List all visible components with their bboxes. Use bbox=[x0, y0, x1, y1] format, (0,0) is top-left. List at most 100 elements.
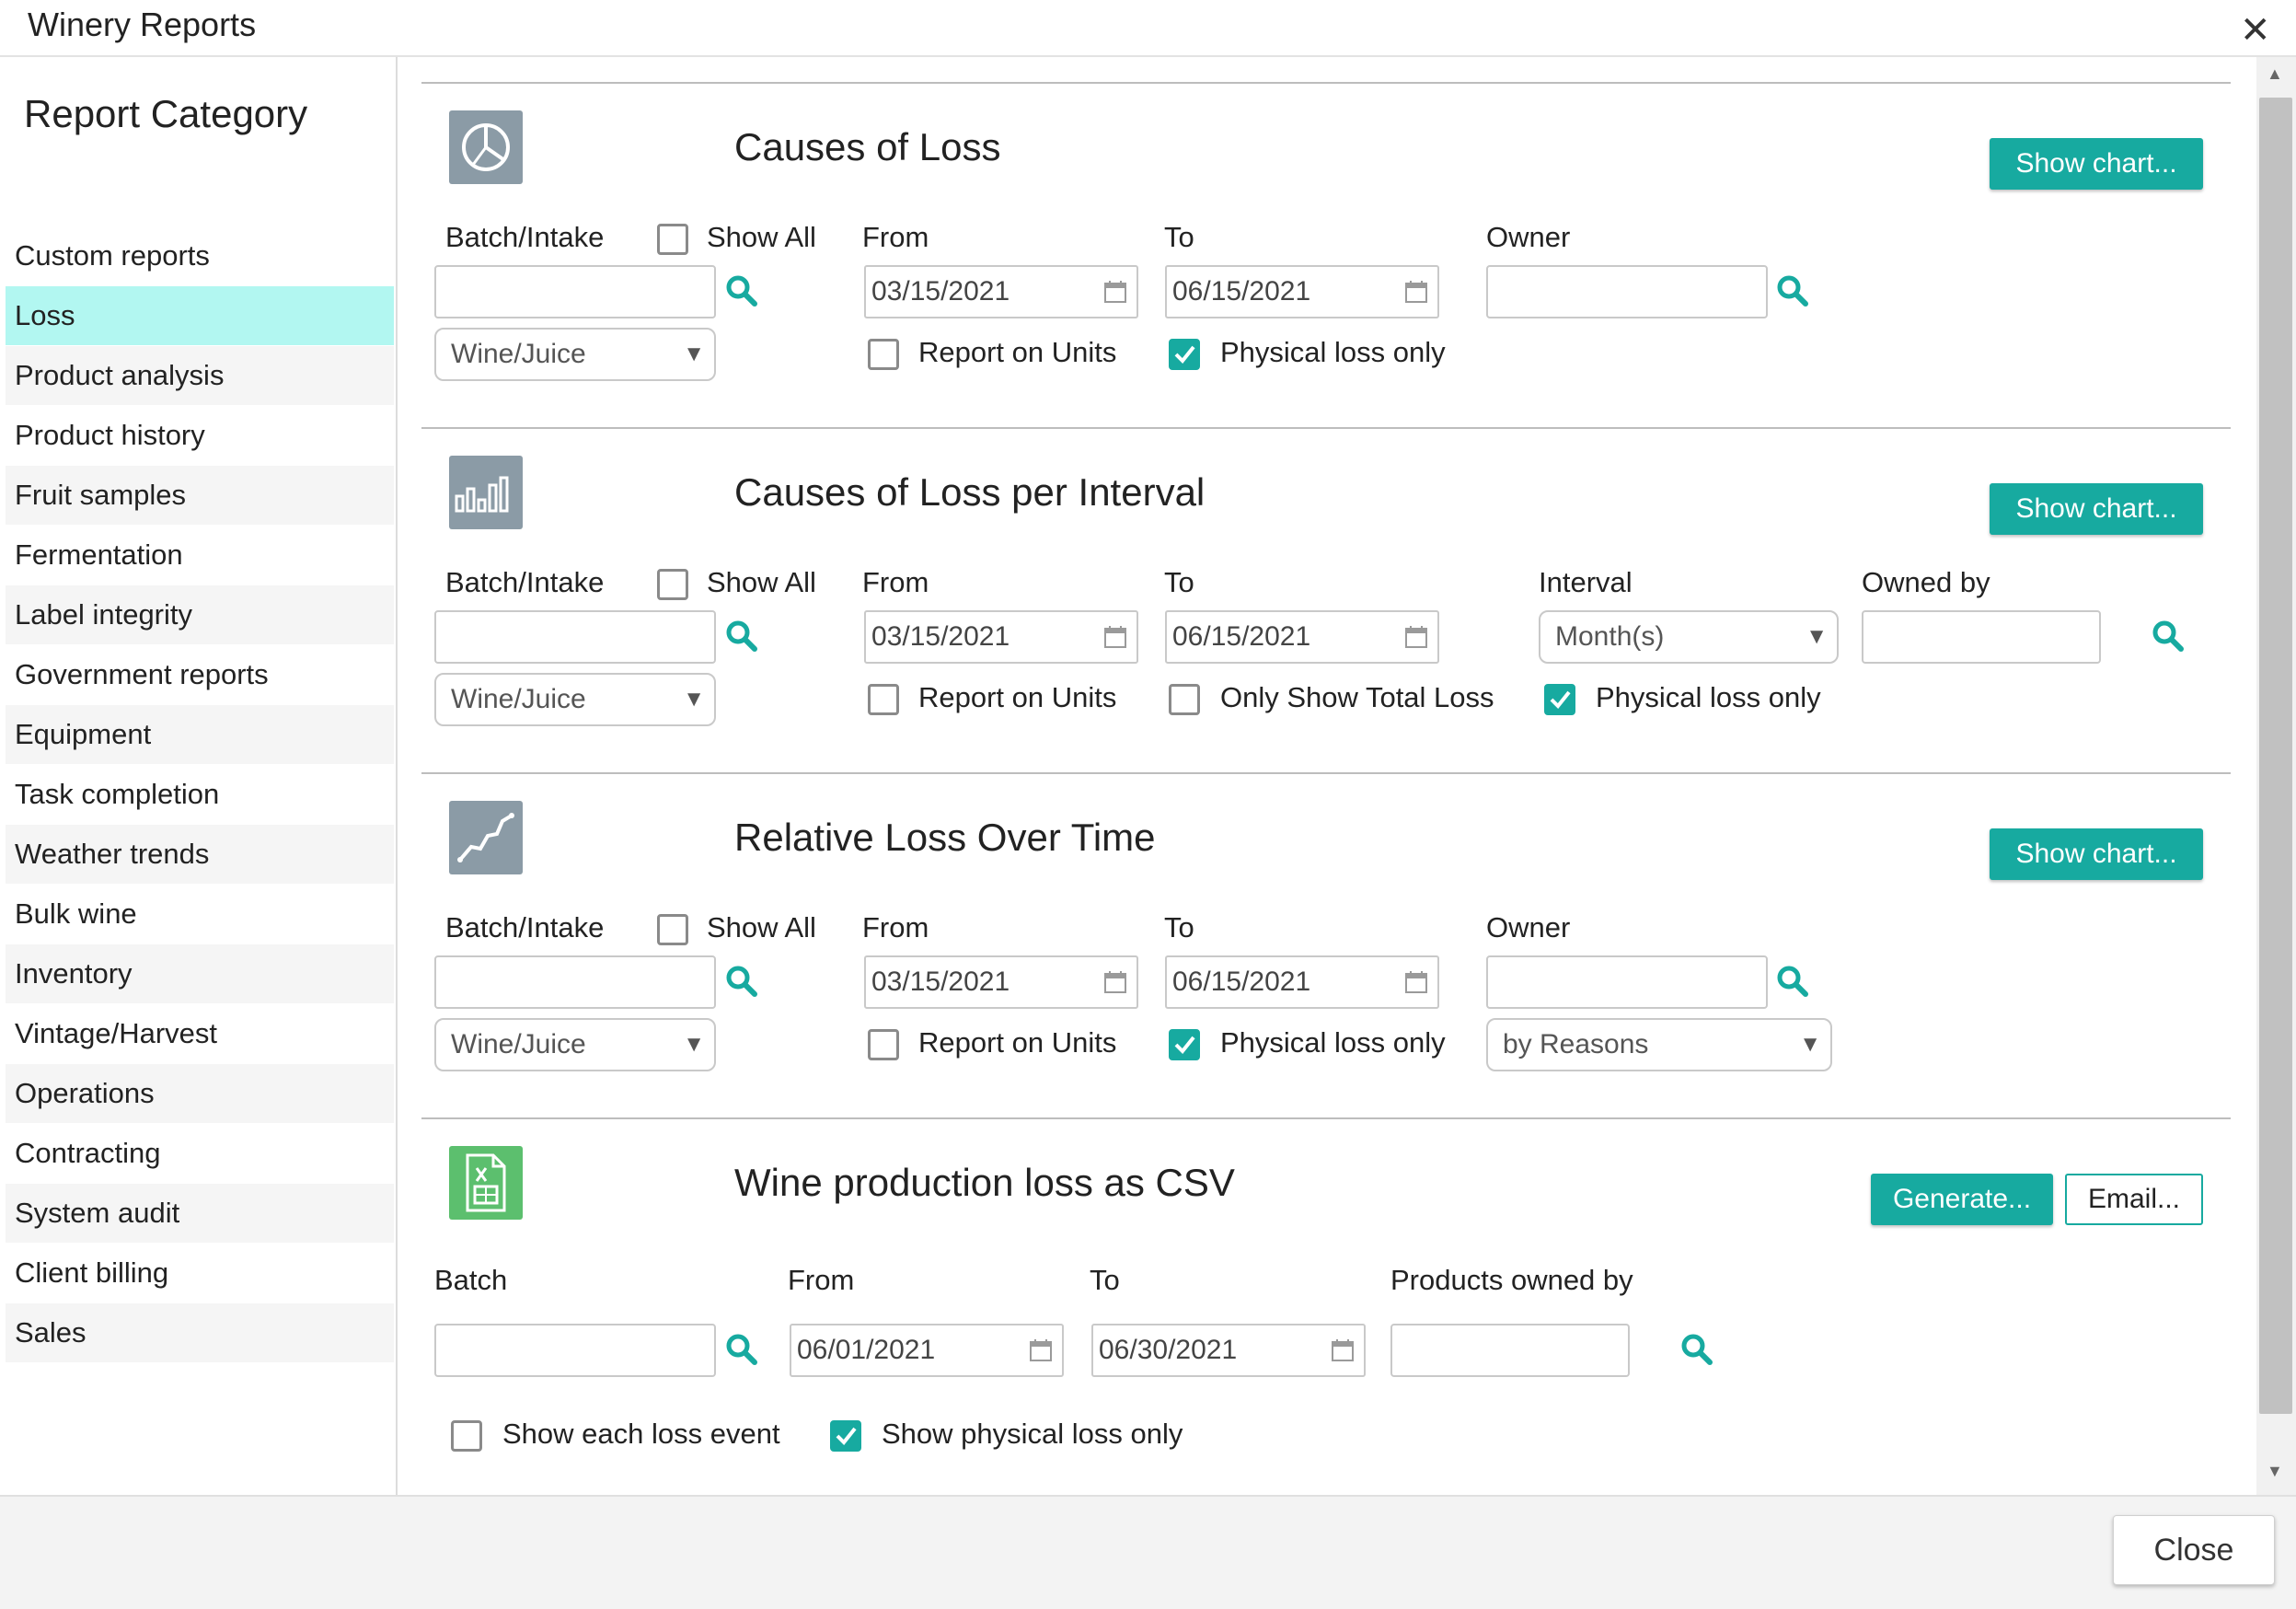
category-system-audit[interactable]: System audit bbox=[6, 1184, 394, 1243]
show-physical-loss-only-label: Show physical loss only bbox=[882, 1418, 1183, 1450]
close-button[interactable]: Close bbox=[2113, 1515, 2275, 1585]
spreadsheet-icon bbox=[449, 1146, 523, 1220]
owner-input[interactable] bbox=[1486, 955, 1768, 1009]
category-loss[interactable]: Loss bbox=[6, 286, 394, 345]
category-inventory[interactable]: Inventory bbox=[6, 944, 394, 1003]
show-chart-button[interactable]: Show chart... bbox=[1990, 483, 2203, 535]
report-content: Causes of Loss Show chart... Batch/Intak… bbox=[398, 57, 2256, 1495]
search-icon[interactable] bbox=[723, 618, 760, 654]
owner-label: Owner bbox=[1486, 911, 1571, 943]
from-label: From bbox=[862, 911, 929, 943]
products-owned-by-input[interactable] bbox=[1390, 1324, 1630, 1377]
report-on-units-checkbox[interactable] bbox=[868, 339, 899, 370]
product-type-select[interactable]: Wine/Juice ▼ bbox=[434, 328, 716, 381]
show-all-checkbox[interactable] bbox=[657, 914, 688, 945]
category-client-billing[interactable]: Client billing bbox=[6, 1244, 394, 1302]
calendar-icon[interactable] bbox=[1029, 1338, 1053, 1362]
category-government-reports[interactable]: Government reports bbox=[6, 645, 394, 704]
from-date-input[interactable]: 06/01/2021 bbox=[790, 1324, 1064, 1377]
group-by-select[interactable]: by Reasons ▼ bbox=[1486, 1018, 1832, 1071]
category-weather-trends[interactable]: Weather trends bbox=[6, 825, 394, 884]
owned-by-label: Owned by bbox=[1862, 566, 1990, 598]
only-show-total-loss-checkbox[interactable] bbox=[1169, 684, 1200, 715]
physical-loss-only-checkbox[interactable] bbox=[1544, 684, 1575, 715]
batch-input[interactable] bbox=[434, 1324, 716, 1377]
search-icon[interactable] bbox=[723, 963, 760, 1000]
physical-loss-only-checkbox[interactable] bbox=[1169, 339, 1200, 370]
physical-loss-only-label: Physical loss only bbox=[1220, 1026, 1446, 1059]
calendar-icon[interactable] bbox=[1103, 625, 1127, 649]
show-physical-loss-only-checkbox[interactable] bbox=[830, 1420, 861, 1452]
generate-button[interactable]: Generate... bbox=[1871, 1174, 2053, 1225]
category-label-integrity[interactable]: Label integrity bbox=[6, 585, 394, 644]
show-all-checkbox[interactable] bbox=[657, 569, 688, 600]
product-type-select[interactable]: Wine/Juice ▼ bbox=[434, 1018, 716, 1071]
to-date-input[interactable]: 06/15/2021 bbox=[1165, 955, 1439, 1009]
batch-intake-input[interactable] bbox=[434, 265, 716, 318]
to-date-input[interactable]: 06/30/2021 bbox=[1091, 1324, 1366, 1377]
calendar-icon[interactable] bbox=[1404, 970, 1428, 994]
category-sales[interactable]: Sales bbox=[6, 1303, 394, 1362]
search-icon[interactable] bbox=[1774, 272, 1811, 309]
product-type-select[interactable]: Wine/Juice ▼ bbox=[434, 673, 716, 726]
search-icon[interactable] bbox=[1679, 1331, 1715, 1368]
report-on-units-label: Report on Units bbox=[918, 1026, 1117, 1059]
category-operations[interactable]: Operations bbox=[6, 1064, 394, 1123]
from-date-input[interactable]: 03/15/2021 bbox=[864, 955, 1138, 1009]
show-each-loss-event-label: Show each loss event bbox=[502, 1418, 780, 1450]
calendar-icon[interactable] bbox=[1404, 625, 1428, 649]
window-title: Winery Reports bbox=[28, 6, 257, 43]
scroll-up-icon[interactable]: ▲ bbox=[2267, 64, 2283, 84]
physical-loss-only-checkbox[interactable] bbox=[1169, 1029, 1200, 1060]
category-custom-reports[interactable]: Custom reports bbox=[6, 226, 394, 285]
calendar-icon[interactable] bbox=[1103, 280, 1127, 304]
calendar-icon[interactable] bbox=[1331, 1338, 1355, 1362]
report-category-sidebar: Report Category Custom reports Loss Prod… bbox=[6, 57, 398, 1495]
batch-intake-input[interactable] bbox=[434, 610, 716, 664]
category-product-history[interactable]: Product history bbox=[6, 406, 394, 465]
scroll-down-icon[interactable]: ▼ bbox=[2267, 1462, 2283, 1481]
to-date-input[interactable]: 06/15/2021 bbox=[1165, 610, 1439, 664]
section-divider bbox=[421, 1117, 2231, 1119]
email-button[interactable]: Email... bbox=[2065, 1174, 2203, 1225]
category-bulk-wine[interactable]: Bulk wine bbox=[6, 885, 394, 943]
owned-by-input[interactable] bbox=[1862, 610, 2101, 664]
category-task-completion[interactable]: Task completion bbox=[6, 765, 394, 824]
report-on-units-checkbox[interactable] bbox=[868, 1029, 899, 1060]
checkmark-icon bbox=[836, 1427, 857, 1445]
pie-chart-icon bbox=[449, 110, 523, 184]
show-chart-button[interactable]: Show chart... bbox=[1990, 828, 2203, 880]
search-icon[interactable] bbox=[1774, 963, 1811, 1000]
category-fruit-samples[interactable]: Fruit samples bbox=[6, 466, 394, 525]
to-label: To bbox=[1164, 221, 1194, 253]
search-icon[interactable] bbox=[723, 1331, 760, 1368]
search-icon[interactable] bbox=[723, 272, 760, 309]
category-fermentation[interactable]: Fermentation bbox=[6, 526, 394, 585]
from-date-input[interactable]: 03/15/2021 bbox=[864, 265, 1138, 318]
report-on-units-label: Report on Units bbox=[918, 681, 1117, 713]
calendar-icon[interactable] bbox=[1103, 970, 1127, 994]
from-label: From bbox=[788, 1264, 855, 1296]
batch-intake-input[interactable] bbox=[434, 955, 716, 1009]
category-product-analysis[interactable]: Product analysis bbox=[6, 346, 394, 405]
chevron-down-icon: ▼ bbox=[683, 1032, 705, 1057]
scrollbar-thumb[interactable] bbox=[2259, 98, 2292, 1414]
batch-intake-label: Batch/Intake bbox=[445, 221, 605, 253]
physical-loss-only-label: Physical loss only bbox=[1596, 681, 1821, 713]
to-date-input[interactable]: 06/15/2021 bbox=[1165, 265, 1439, 318]
interval-select[interactable]: Month(s) ▼ bbox=[1539, 610, 1839, 664]
category-contracting[interactable]: Contracting bbox=[6, 1124, 394, 1183]
close-icon[interactable]: ✕ bbox=[2240, 9, 2271, 52]
show-each-loss-event-checkbox[interactable] bbox=[451, 1420, 482, 1452]
show-chart-button[interactable]: Show chart... bbox=[1990, 138, 2203, 190]
calendar-icon[interactable] bbox=[1404, 280, 1428, 304]
interval-label: Interval bbox=[1539, 566, 1633, 598]
report-on-units-checkbox[interactable] bbox=[868, 684, 899, 715]
search-icon[interactable] bbox=[2150, 618, 2186, 654]
owner-input[interactable] bbox=[1486, 265, 1768, 318]
from-date-input[interactable]: 03/15/2021 bbox=[864, 610, 1138, 664]
category-equipment[interactable]: Equipment bbox=[6, 705, 394, 764]
checkmark-icon bbox=[1174, 1036, 1195, 1054]
show-all-checkbox[interactable] bbox=[657, 224, 688, 255]
category-vintage-harvest[interactable]: Vintage/Harvest bbox=[6, 1004, 394, 1063]
